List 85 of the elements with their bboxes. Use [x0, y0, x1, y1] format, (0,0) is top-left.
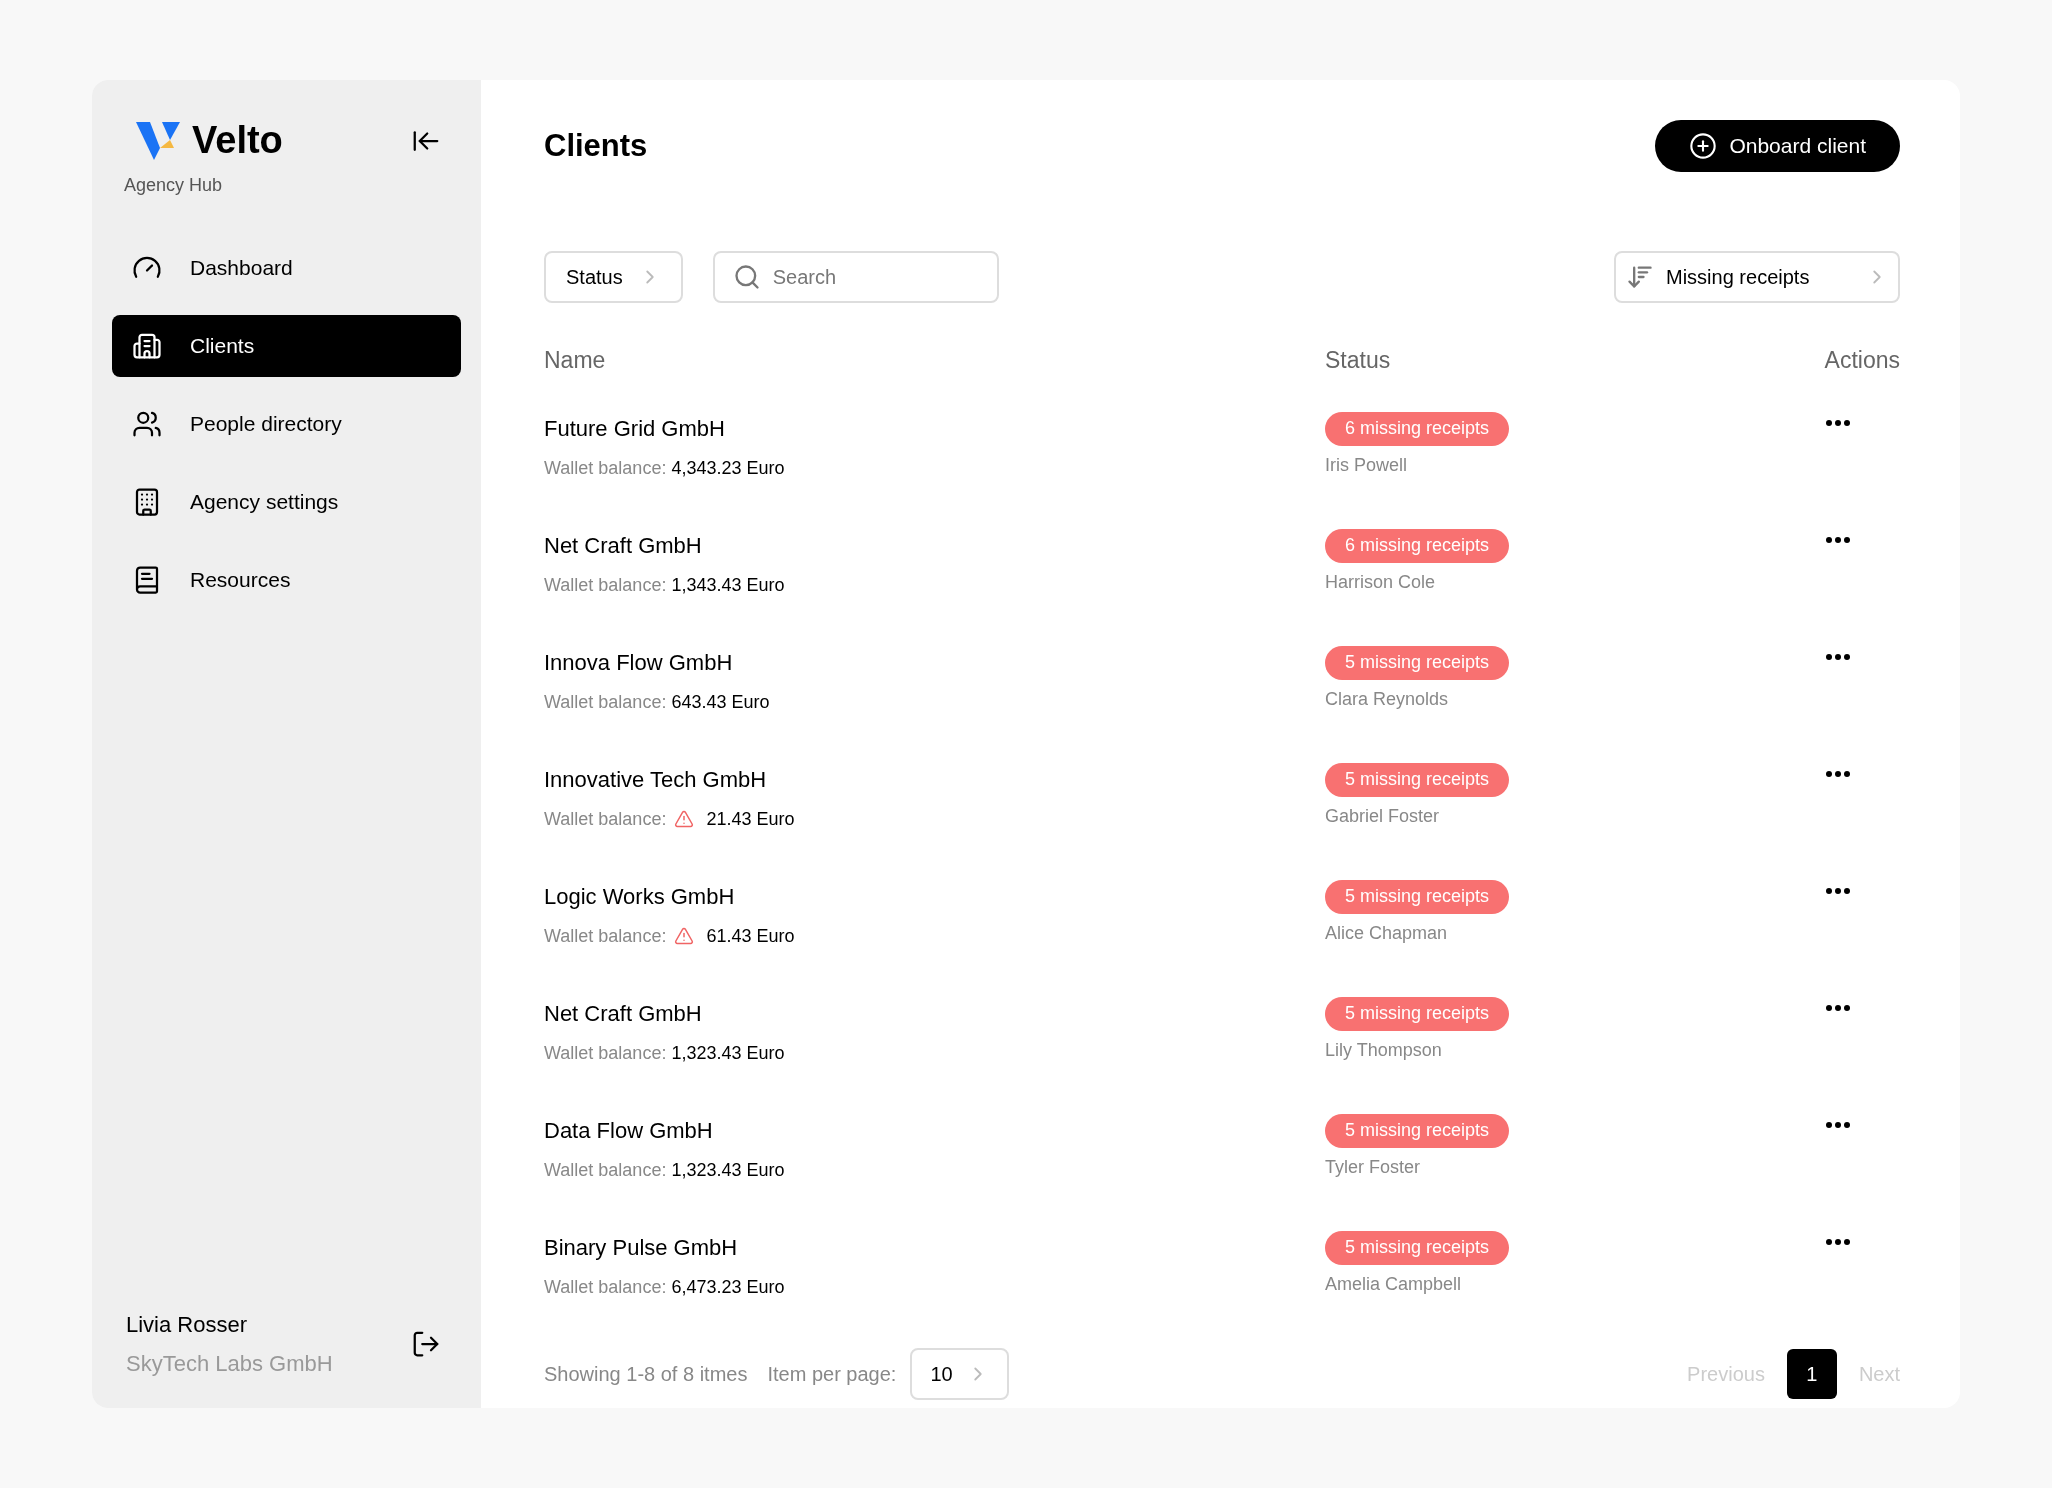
more-actions-button[interactable]	[1826, 419, 1850, 426]
more-actions-button[interactable]	[1826, 1238, 1850, 1245]
assignee-name: Gabriel Foster	[1325, 804, 1440, 828]
wallet-label: Wallet balance:	[544, 573, 667, 597]
sort-button[interactable]: Missing receipts	[1614, 251, 1900, 303]
page-title: Clients	[544, 126, 648, 165]
column-header: Actions	[1824, 346, 1900, 375]
more-icon	[1826, 1004, 1850, 1011]
assignee-name: Harrison Cole	[1325, 570, 1436, 594]
wallet-balance: 1,343.43 Euro	[671, 573, 785, 597]
wallet-balance: 1,323.43 Euro	[671, 1041, 785, 1065]
nav-item[interactable]: Agency settings	[112, 471, 461, 533]
more-icon	[1826, 1121, 1850, 1128]
wallet-balance: 643.43 Euro	[671, 690, 770, 714]
status-badge: 5 missing receipts	[1325, 1113, 1510, 1148]
client-name: Innova Flow GmbH	[544, 648, 734, 677]
warning-icon	[674, 809, 695, 829]
nav-item[interactable]: People directory	[112, 393, 461, 455]
status-badge: 6 missing receipts	[1325, 411, 1510, 446]
wallet-label: Wallet balance:	[544, 690, 667, 714]
showing-count: Showing 1-8 of 8 itmes	[544, 1361, 748, 1387]
nav-item[interactable]: Dashboard	[112, 237, 461, 299]
search-icon	[732, 263, 761, 291]
assignee-name: Clara Reynolds	[1325, 687, 1449, 711]
wallet-label: Wallet balance:	[544, 924, 667, 948]
status-badge: 5 missing receipts	[1325, 996, 1510, 1031]
logo-icon	[136, 120, 180, 160]
wallet-balance: 61.43 Euro	[706, 924, 795, 948]
wallet-label: Wallet balance:	[544, 1041, 667, 1065]
plus-circle-icon	[1689, 132, 1718, 160]
wallet-label: Wallet balance:	[544, 807, 667, 831]
user-name: Livia Rosser	[126, 1311, 249, 1339]
assignee-name: Alice Chapman	[1325, 921, 1448, 945]
status-badge: 6 missing receipts	[1325, 528, 1510, 563]
assignee-name: Tyler Foster	[1325, 1155, 1421, 1179]
per-page-label: Item per page:	[767, 1361, 897, 1387]
status-badge: 5 missing receipts	[1325, 645, 1510, 680]
status-badge: 5 missing receipts	[1325, 762, 1510, 797]
more-actions-button[interactable]	[1826, 770, 1850, 777]
brand-subtitle: Agency Hub	[124, 174, 224, 197]
client-name: Innovative Tech GmbH	[544, 765, 768, 794]
client-name: Net Craft GmbH	[544, 999, 703, 1028]
client-name: Logic Works GmbH	[544, 882, 736, 911]
wallet-balance: 1,323.43 Euro	[671, 1158, 785, 1182]
column-header: Status	[1325, 346, 1391, 375]
wallet-label: Wallet balance:	[544, 456, 667, 480]
more-icon	[1826, 1238, 1850, 1245]
nav-item[interactable]: Clients	[112, 315, 461, 377]
search-field[interactable]: Search	[712, 251, 999, 303]
user-company: SkyTech Labs GmbH	[126, 1350, 333, 1378]
more-actions-button[interactable]	[1826, 536, 1850, 543]
more-icon	[1826, 653, 1850, 660]
client-name: Binary Pulse GmbH	[544, 1233, 739, 1262]
onboard-client-button[interactable]: Onboard client	[1655, 120, 1900, 172]
warning-icon	[674, 926, 695, 946]
client-name: Data Flow GmbH	[544, 1116, 714, 1145]
more-icon	[1826, 887, 1850, 894]
wallet-label: Wallet balance:	[544, 1275, 667, 1299]
brand-name: Velto	[192, 121, 283, 159]
client-name: Future Grid GmbH	[544, 414, 726, 443]
more-icon	[1826, 419, 1850, 426]
wallet-balance: 4,343.23 Euro	[671, 456, 785, 480]
assignee-name: Amelia Campbell	[1325, 1272, 1462, 1296]
status-filter-button[interactable]: Status	[544, 251, 683, 303]
column-header: Name	[544, 346, 607, 375]
assignee-name: Iris Powell	[1325, 453, 1408, 477]
more-actions-button[interactable]	[1826, 887, 1850, 894]
nav-item[interactable]: Resources	[112, 549, 461, 611]
wallet-balance: 6,473.23 Euro	[671, 1275, 785, 1299]
people-icon	[132, 409, 162, 439]
page-button[interactable]: 1	[1786, 1348, 1837, 1399]
logout-button[interactable]	[411, 1329, 441, 1359]
more-actions-button[interactable]	[1826, 1121, 1850, 1128]
status-badge: 5 missing receipts	[1325, 879, 1510, 914]
more-actions-button[interactable]	[1826, 653, 1850, 660]
client-name: Net Craft GmbH	[544, 531, 703, 560]
more-icon	[1826, 770, 1850, 777]
more-actions-button[interactable]	[1826, 1004, 1850, 1011]
status-badge: 5 missing receipts	[1325, 1230, 1510, 1265]
assignee-name: Lily Thompson	[1325, 1038, 1442, 1062]
wallet-label: Wallet balance:	[544, 1158, 667, 1182]
more-icon	[1826, 536, 1850, 543]
per-page-select[interactable]: 10	[910, 1347, 1009, 1400]
wallet-balance: 21.43 Euro	[706, 807, 795, 831]
office-building-icon	[132, 331, 162, 361]
